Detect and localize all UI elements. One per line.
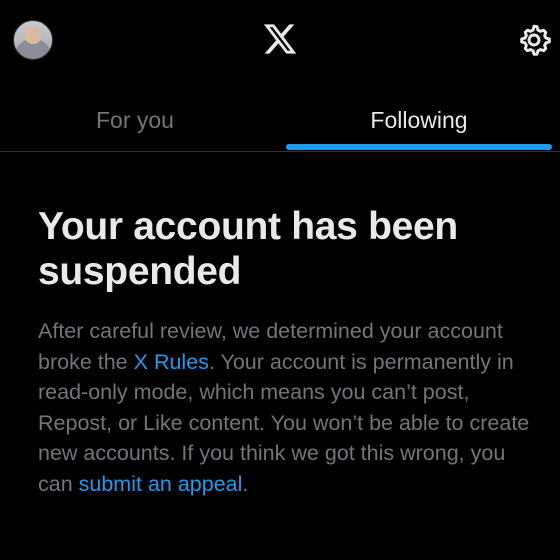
gear-icon[interactable] [516, 22, 552, 58]
suspension-notice: Your account has been suspended After ca… [38, 204, 538, 499]
notice-body: After careful review, we determined your… [38, 316, 538, 499]
tab-following[interactable]: Following [284, 92, 554, 148]
divider [0, 151, 560, 152]
submit-appeal-link[interactable]: submit an appeal [79, 472, 243, 496]
top-bar [0, 0, 560, 82]
notice-title: Your account has been suspended [38, 205, 458, 293]
x-rules-link[interactable]: X Rules [134, 350, 209, 374]
timeline-tabs: For you Following [0, 92, 560, 152]
x-logo-icon[interactable] [261, 21, 299, 57]
avatar[interactable] [13, 20, 53, 60]
tab-for-you[interactable]: For you [0, 92, 270, 148]
tab-selected-indicator [286, 144, 552, 150]
notice-body-text-3: . [242, 471, 249, 496]
